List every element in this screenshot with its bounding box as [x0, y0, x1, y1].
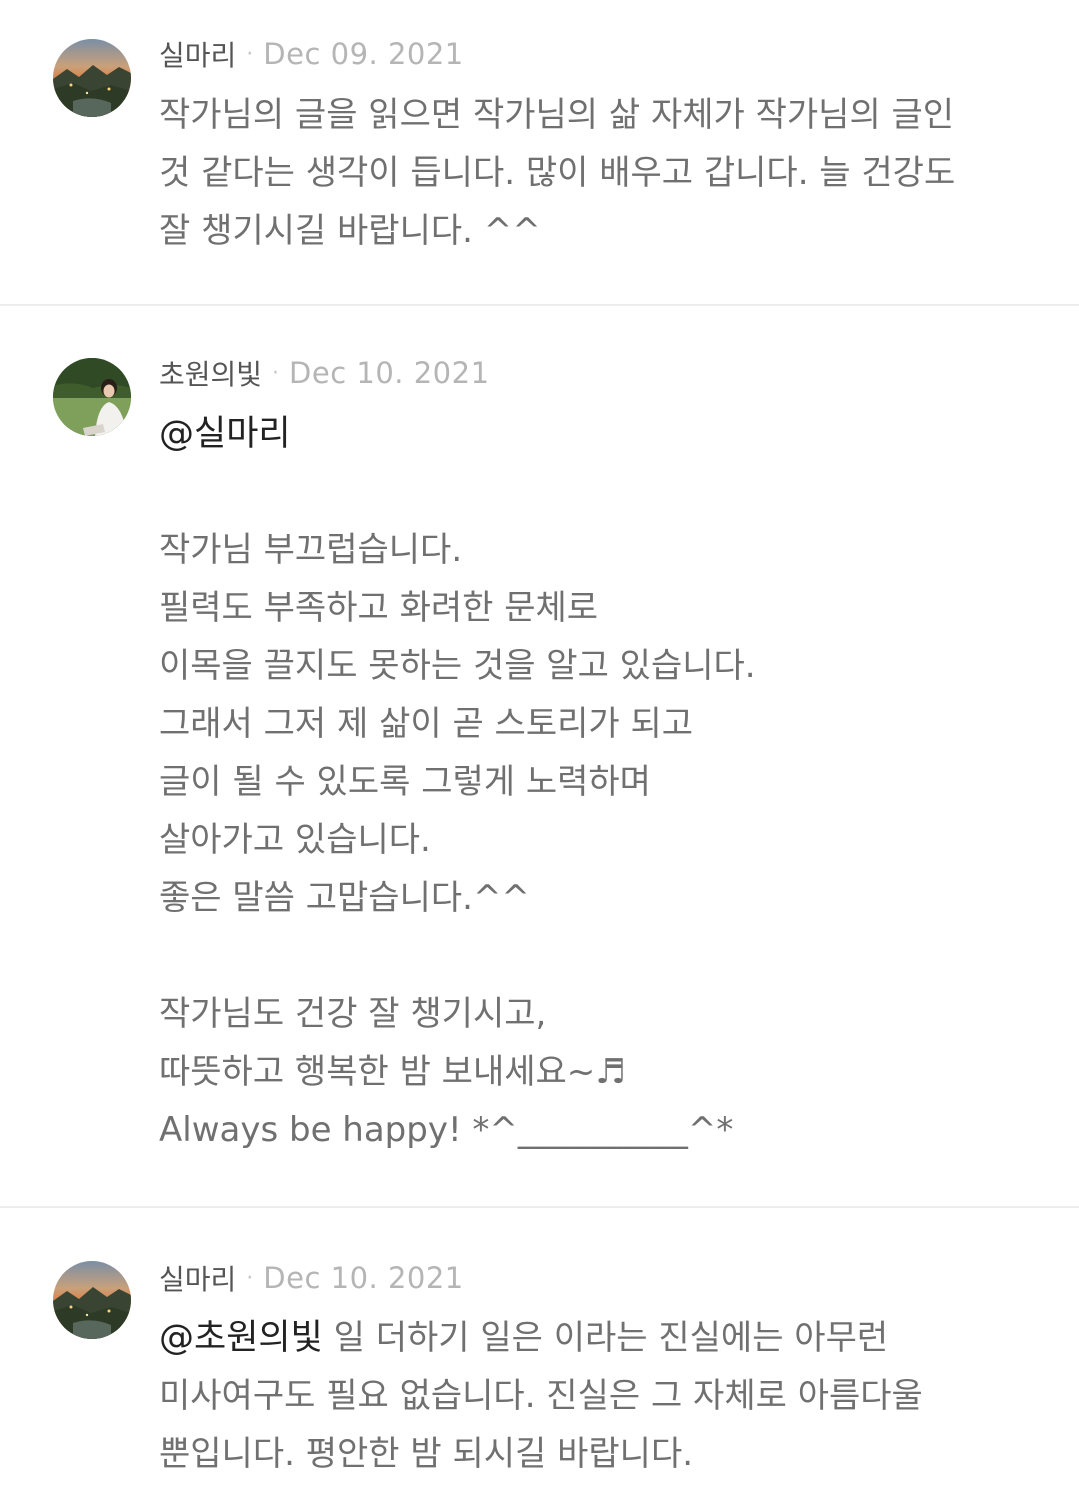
comment-text: 일 더하기 일은 이라는 진실에는 아무런	[322, 1318, 889, 1358]
comment-line: 잘 챙기시길 바랍니다. ^^	[159, 211, 541, 251]
comment-line: 필력도 부족하고 화려한 문체로	[159, 588, 599, 628]
comment-meta: 실마리 · Dec 09. 2021	[159, 34, 464, 74]
comment-body: @실마리 작가님 부끄럽습니다. 필력도 부족하고 화려한 문체로 이목을 끌지…	[159, 405, 1039, 1159]
author-name[interactable]: 실마리	[159, 34, 236, 74]
meta-separator: ·	[246, 41, 254, 67]
sunset-landscape-avatar[interactable]	[53, 1261, 131, 1339]
comment-date: Dec 10. 2021	[289, 356, 490, 390]
comment-line: Always be happy! *^__________^*	[159, 1110, 734, 1150]
woman-in-field-avatar[interactable]	[53, 358, 131, 436]
comment-meta: 실마리 · Dec 10. 2021	[159, 1258, 464, 1298]
meta-separator: ·	[246, 1265, 254, 1291]
comment-line: 그래서 그저 제 삶이 곧 스토리가 되고	[159, 704, 694, 744]
comment-line: 이목을 끌지도 못하는 것을 알고 있습니다.	[159, 646, 756, 686]
comment-date: Dec 09. 2021	[263, 37, 464, 71]
comment-line: 작가님도 건강 잘 챙기시고,	[159, 994, 547, 1034]
comment-item: 실마리 · Dec 09. 2021 작가님의 글을 읽으면 작가님의 삶 자체…	[0, 0, 1079, 306]
comment-line: 것 같다는 생각이 듭니다. 많이 배우고 갑니다. 늘 건강도	[159, 153, 956, 193]
author-name[interactable]: 초원의빛	[159, 353, 262, 393]
author-name[interactable]: 실마리	[159, 1258, 236, 1298]
comment-line: 좋은 말씀 고맙습니다.^^	[159, 878, 530, 918]
comment-line: 작가님 부끄럽습니다.	[159, 530, 463, 570]
comment-date: Dec 10. 2021	[263, 1261, 464, 1295]
comment-line: 작가님의 글을 읽으면 작가님의 삶 자체가 작가님의 글인	[159, 95, 955, 135]
comment-body: 작가님의 글을 읽으면 작가님의 삶 자체가 작가님의 글인 것 같다는 생각이…	[159, 86, 1039, 260]
meta-separator: ·	[272, 360, 280, 386]
mention-link[interactable]: @초원의빛	[159, 1318, 323, 1358]
comment-body: @초원의빛 일 더하기 일은 이라는 진실에는 아무런 미사여구도 필요 없습니…	[159, 1309, 1039, 1483]
mention-link[interactable]: @실마리	[159, 414, 291, 454]
comment-line: 살아가고 있습니다.	[159, 820, 431, 860]
comment-line: 따뜻하고 행복한 밤 보내세요~♬	[159, 1052, 626, 1092]
comment-line: 미사여구도 필요 없습니다. 진실은 그 자체로 아름다울	[159, 1376, 923, 1416]
comment-meta: 초원의빛 · Dec 10. 2021	[159, 353, 490, 393]
comment-item: 실마리 · Dec 10. 2021 @초원의빛 일 더하기 일은 이라는 진실…	[0, 1208, 1079, 1498]
comment-line: 뿐입니다. 평안한 밤 되시길 바랍니다.	[159, 1434, 694, 1474]
comment-item: 초원의빛 · Dec 10. 2021 @실마리 작가님 부끄럽습니다. 필력도…	[0, 306, 1079, 1208]
comment-line: 글이 될 수 있도록 그렇게 노력하며	[159, 762, 651, 802]
sunset-landscape-avatar[interactable]	[53, 39, 131, 117]
